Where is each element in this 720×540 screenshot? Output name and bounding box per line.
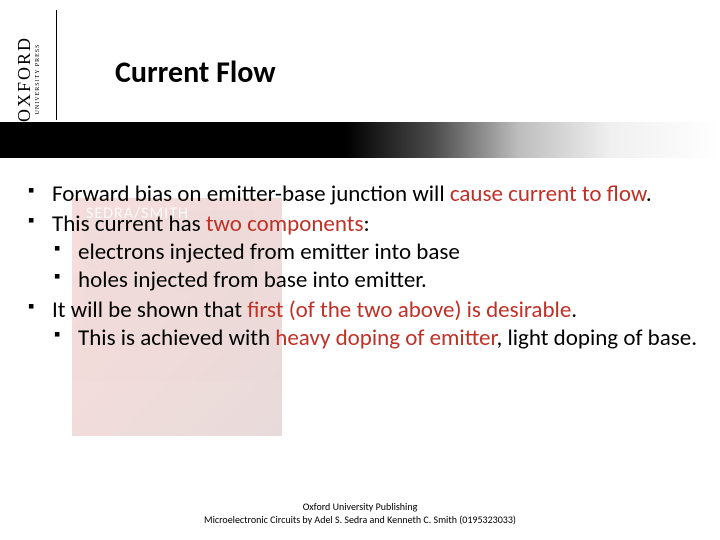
bullet-2-text-a: This current has — [52, 210, 206, 238]
bullet-2-1: electrons injected from emitter into bas… — [52, 238, 700, 266]
gradient-bar — [0, 122, 720, 158]
bullet-2: This current has two components: electro… — [26, 210, 700, 294]
footer-line-1: Oxford University Publishing — [0, 501, 720, 514]
footer-line-2: Microelectronic Circuits by Adel S. Sedr… — [0, 514, 720, 527]
bullet-2-highlight: two components — [206, 210, 364, 238]
bullet-3-text-a: It will be shown that — [52, 296, 247, 324]
bullet-2-2-text: holes injected from base into emitter. — [78, 266, 427, 294]
bullet-2-text-b: : — [363, 210, 369, 238]
bullet-3-highlight: first (of the two above) is desirable — [247, 296, 571, 324]
footer: Oxford University Publishing Microelectr… — [0, 501, 720, 526]
slide-title: Current Flow — [115, 54, 276, 91]
publisher-logo: OXFORD UNIVERSITY PRESS — [14, 36, 41, 122]
bullet-3-1-text-b: , light doping of base. — [497, 324, 697, 352]
bullet-1-text-b: . — [646, 180, 652, 208]
logo-sub-text: UNIVERSITY PRESS — [35, 36, 41, 122]
bullet-2-sublist: electrons injected from emitter into bas… — [52, 238, 700, 294]
bullet-2-1-text: electrons injected from emitter into bas… — [78, 238, 460, 266]
logo-main-text: OXFORD — [14, 36, 34, 122]
bullet-3-1-highlight: heavy doping of emitter — [275, 324, 496, 352]
bullet-3-text-b: . — [571, 296, 577, 324]
bullet-2-2: holes injected from base into emitter. — [52, 266, 700, 294]
bullet-3-1-text-a: This is achieved with — [78, 324, 275, 352]
bullet-1: Forward bias on emitter-base junction wi… — [26, 180, 700, 208]
bullet-3: It will be shown that first (of the two … — [26, 296, 700, 352]
bullet-list: Forward bias on emitter-base junction wi… — [26, 180, 700, 352]
bullet-3-sublist: This is achieved with heavy doping of em… — [52, 324, 700, 352]
logo-divider — [56, 10, 57, 120]
bullet-1-text-a: Forward bias on emitter-base junction wi… — [52, 180, 450, 208]
content-area: Forward bias on emitter-base junction wi… — [26, 180, 700, 354]
bullet-3-1: This is achieved with heavy doping of em… — [52, 324, 700, 352]
bullet-1-highlight: cause current to flow — [450, 180, 646, 208]
